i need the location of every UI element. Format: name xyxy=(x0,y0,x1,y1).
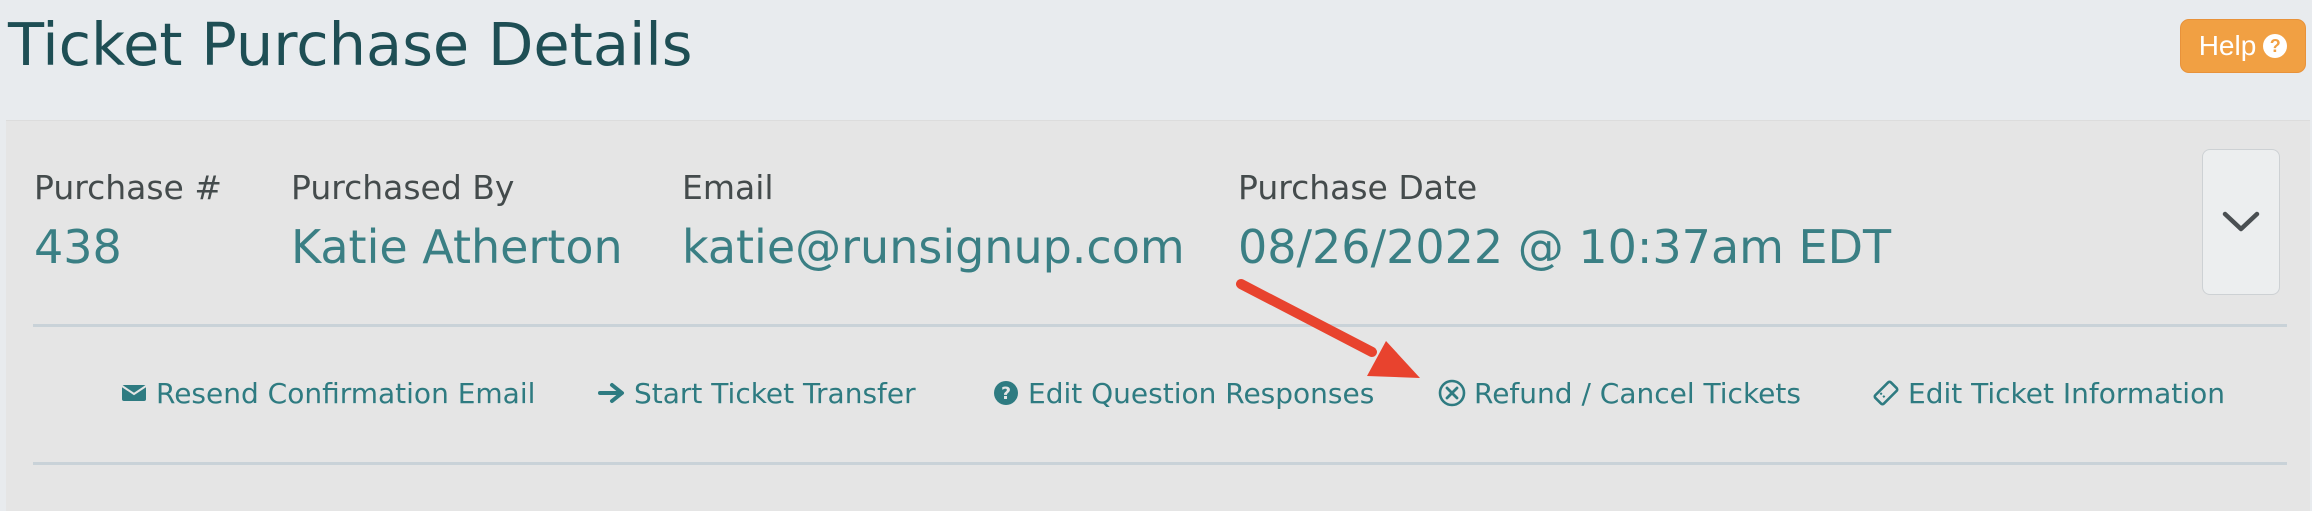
collapse-toggle-button[interactable] xyxy=(2202,149,2280,295)
divider-bottom xyxy=(33,462,2287,465)
resend-confirmation-email-label: Resend Confirmation Email xyxy=(156,376,536,410)
purchase-date-field: Purchase Date 08/26/2022 @ 10:37am EDT xyxy=(1238,167,1891,275)
purchase-date-value: 08/26/2022 @ 10:37am EDT xyxy=(1238,220,1892,274)
times-circle-icon xyxy=(1438,379,1466,407)
question-circle-icon: ? xyxy=(2263,34,2288,58)
refund-cancel-tickets-link[interactable]: Refund / Cancel Tickets xyxy=(1438,371,1801,415)
purchase-number-field: Purchase # 438 xyxy=(34,167,222,275)
edit-ticket-information-label: Edit Ticket Information xyxy=(1908,376,2225,410)
help-button[interactable]: Help ? xyxy=(2180,19,2306,73)
help-label: Help xyxy=(2198,30,2257,61)
start-ticket-transfer-link[interactable]: Start Ticket Transfer xyxy=(598,371,916,415)
arrow-right-icon xyxy=(598,379,626,407)
start-ticket-transfer-label: Start Ticket Transfer xyxy=(634,376,916,410)
purchase-details-panel: Purchase # 438 Purchased By Katie Athert… xyxy=(6,120,2310,511)
refund-cancel-tickets-label: Refund / Cancel Tickets xyxy=(1474,376,1801,410)
envelope-icon xyxy=(120,379,148,407)
purchased-by-field: Purchased By Katie Atherton xyxy=(291,167,623,275)
edit-question-responses-link[interactable]: ? Edit Question Responses xyxy=(992,371,1374,415)
divider-top xyxy=(33,324,2287,327)
email-value: katie@runsignup.com xyxy=(682,220,1185,274)
svg-text:?: ? xyxy=(1001,384,1011,404)
chevron-down-icon xyxy=(2222,211,2260,232)
ticket-edit-icon xyxy=(1872,379,1900,407)
edit-question-responses-label: Edit Question Responses xyxy=(1028,376,1375,410)
page-title: Ticket Purchase Details xyxy=(8,10,693,79)
question-circle-icon: ? xyxy=(992,379,1020,407)
purchased-by-label: Purchased By xyxy=(291,168,515,207)
email-label: Email xyxy=(682,168,774,207)
purchase-number-label: Purchase # xyxy=(34,168,222,207)
email-field: Email katie@runsignup.com xyxy=(682,167,1185,275)
resend-confirmation-email-link[interactable]: Resend Confirmation Email xyxy=(120,371,535,415)
edit-ticket-information-link[interactable]: Edit Ticket Information xyxy=(1872,371,2225,415)
purchase-date-label: Purchase Date xyxy=(1238,168,1478,207)
purchased-by-value: Katie Atherton xyxy=(291,220,623,274)
purchase-number-value: 438 xyxy=(34,220,122,274)
